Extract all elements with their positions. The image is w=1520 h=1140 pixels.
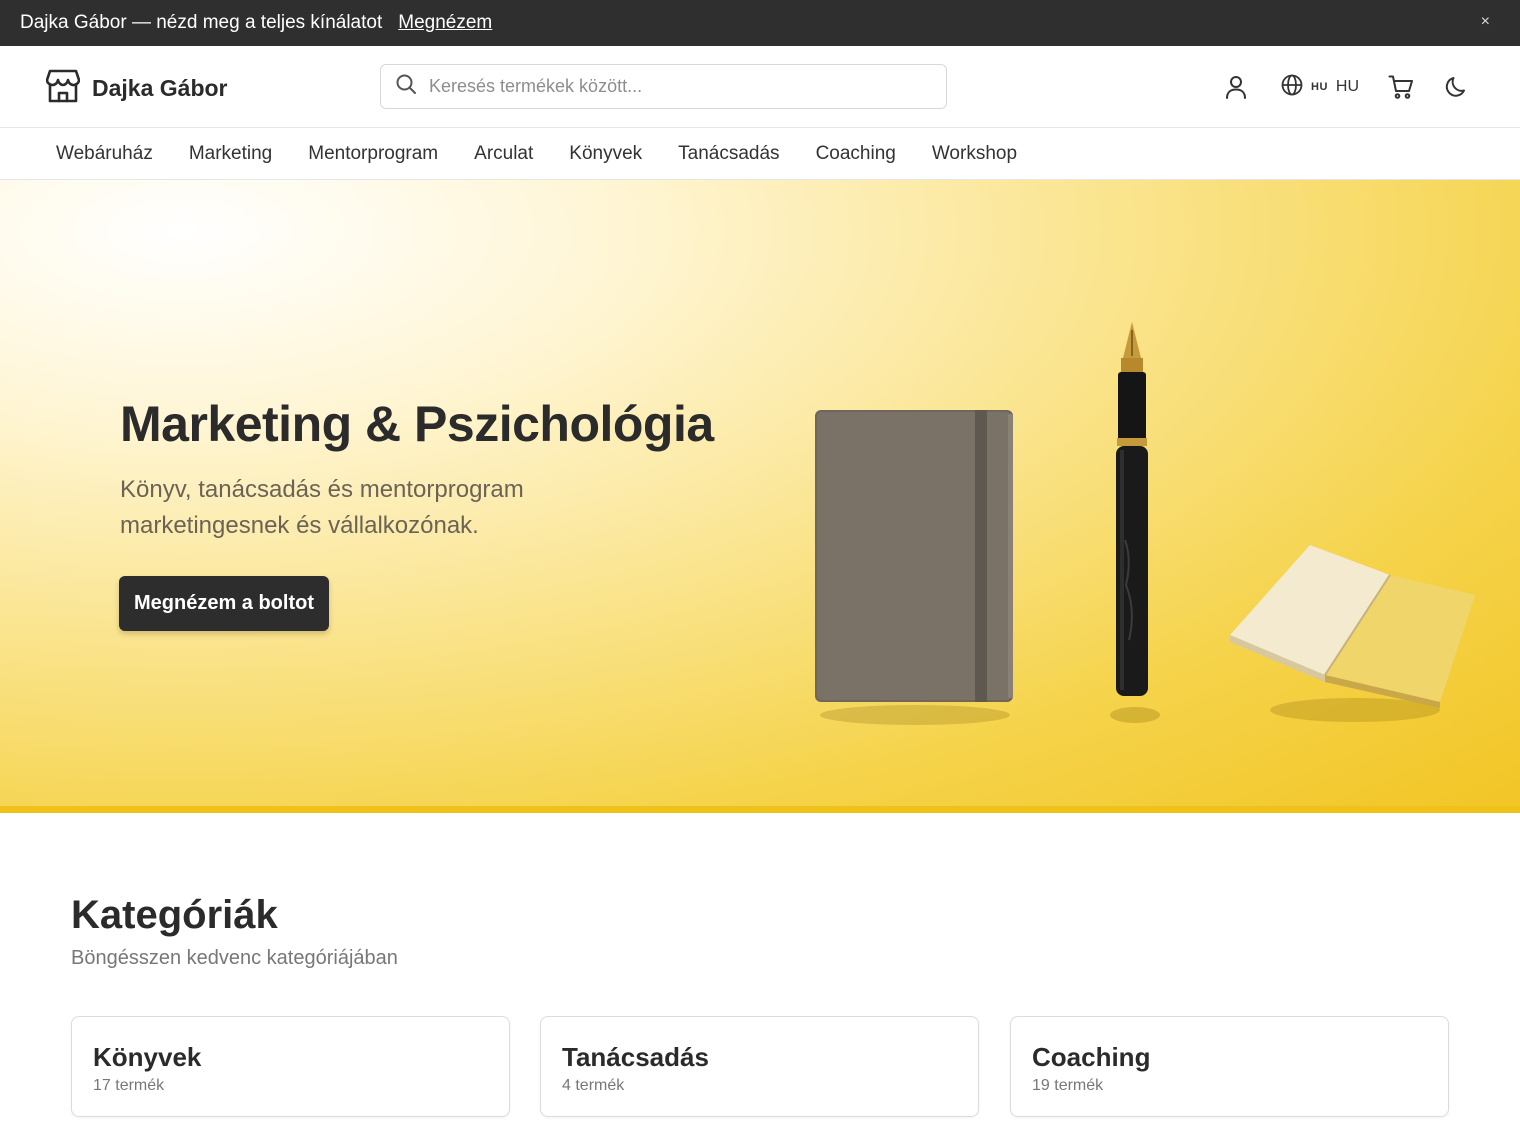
hero-subtitle: Könyv, tanácsadás és mentorprogram marke… (120, 476, 524, 539)
nav-item-tanacsadas[interactable]: Tanácsadás (678, 143, 779, 165)
nav-item-mentorprogram[interactable]: Mentorprogram (308, 143, 438, 165)
language-selector[interactable]: HU HU (1281, 72, 1359, 102)
fountain-pen-image (1116, 322, 1148, 696)
moon-icon[interactable] (1445, 72, 1469, 102)
category-name: Tanácsadás (562, 1042, 709, 1072)
main-nav: Webáruház Marketing Mentorprogram Arcula… (0, 128, 1520, 180)
user-icon[interactable] (1224, 72, 1248, 102)
nav-item-webaruhaz[interactable]: Webáruház (56, 143, 153, 165)
category-card-tanacsadas[interactable]: Tanácsadás 4 termék (540, 1016, 979, 1117)
nav-item-arculat[interactable]: Arculat (474, 143, 533, 165)
globe-icon (1281, 74, 1303, 101)
hero-illustration (815, 322, 1475, 725)
nav-item-workshop[interactable]: Workshop (932, 143, 1017, 165)
category-count: 17 termék (93, 1077, 165, 1094)
category-card-coaching[interactable]: Coaching 19 termék (1010, 1016, 1449, 1117)
language-code: HU (1335, 78, 1359, 95)
shop-cta-button[interactable]: Megnézem a boltot (119, 576, 329, 631)
notebook-image (815, 410, 1013, 702)
nav-item-coaching[interactable]: Coaching (816, 143, 896, 165)
site-header: Dajka Gábor HU HU (0, 46, 1520, 128)
category-name: Coaching (1032, 1042, 1151, 1072)
hero-title: Marketing & Pszichológia (120, 396, 714, 452)
nav-item-konyvek[interactable]: Könyvek (569, 143, 642, 165)
category-card-konyvek[interactable]: Könyvek 17 termék (71, 1016, 510, 1117)
hero-banner: Marketing & Pszichológia Könyv, tanácsad… (0, 180, 1520, 813)
nav-item-marketing[interactable]: Marketing (189, 143, 272, 165)
announcement-text: Dajka Gábor — nézd meg a teljes kínálato… (20, 12, 383, 33)
announcement-link[interactable]: Megnézem (398, 12, 492, 34)
categories-subtitle: Böngésszen kedvenc kategóriájában (71, 947, 398, 969)
category-count: 4 termék (562, 1077, 625, 1094)
close-icon[interactable]: × (1481, 13, 1490, 31)
cart-icon[interactable] (1388, 72, 1414, 102)
header-actions: HU HU (0, 72, 1520, 102)
categories-title: Kategóriák (71, 893, 278, 937)
open-book-image (1230, 545, 1475, 708)
category-name: Könyvek (93, 1042, 202, 1072)
announcement-bar: Dajka Gábor — nézd meg a teljes kínálato… (0, 0, 1520, 46)
hero-bottom-strip (0, 806, 1520, 813)
category-count: 19 termék (1032, 1077, 1104, 1094)
language-code-small: HU (1311, 81, 1328, 93)
